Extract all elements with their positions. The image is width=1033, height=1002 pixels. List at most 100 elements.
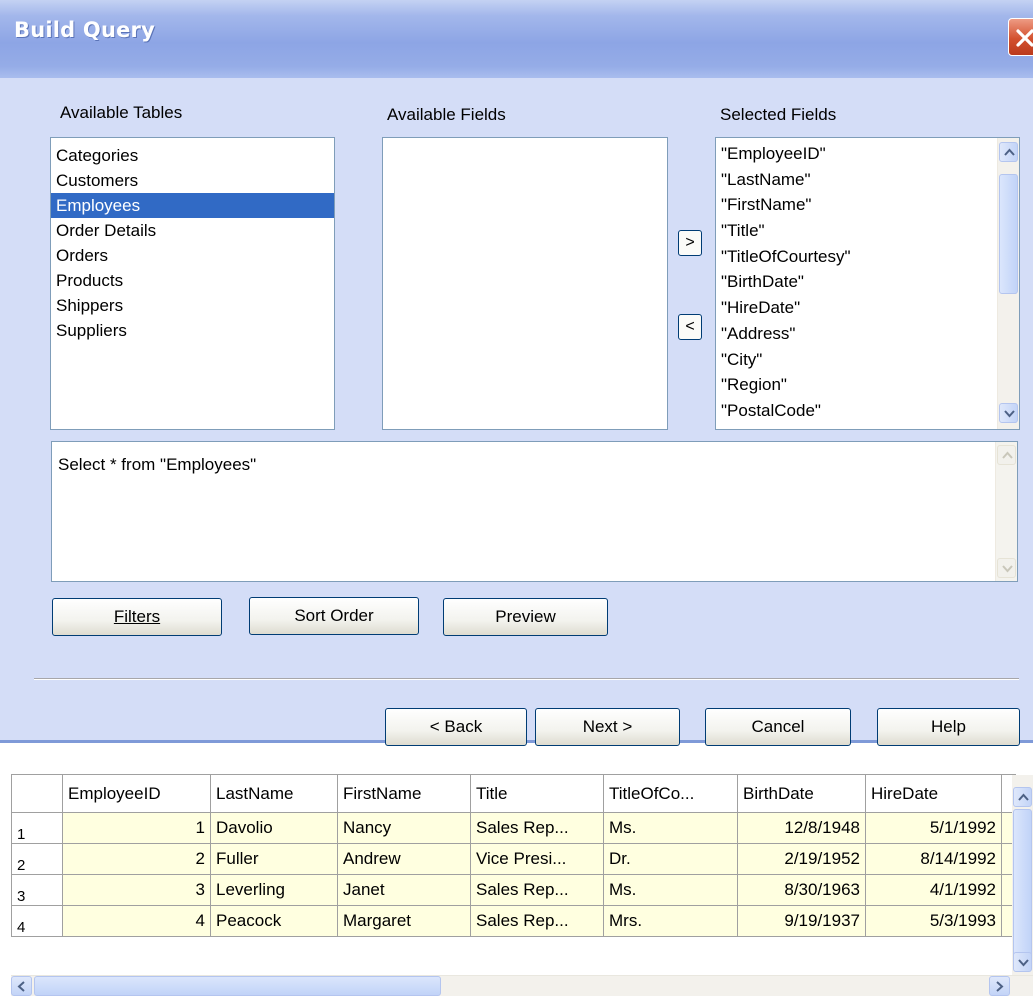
selected-field-item[interactable]: "City": [716, 347, 1019, 373]
horizontal-scroll-thumb[interactable]: [34, 976, 441, 996]
table-list-item[interactable]: Order Details: [51, 218, 334, 243]
row-header[interactable]: 2: [11, 843, 63, 875]
selected-field-item[interactable]: "FirstName": [716, 192, 1019, 218]
column-header[interactable]: LastName: [210, 774, 338, 813]
table-cell[interactable]: 2: [62, 843, 211, 875]
preview-button[interactable]: Preview: [443, 598, 608, 636]
filters-button[interactable]: Filters: [52, 598, 222, 636]
scroll-right-button[interactable]: [989, 976, 1010, 996]
help-button[interactable]: Help: [877, 708, 1020, 746]
table-list-item[interactable]: Employees: [51, 193, 334, 218]
column-header[interactable]: Title: [470, 774, 604, 813]
grid-scroll-up-button[interactable]: [1013, 787, 1032, 807]
table-list-item[interactable]: Customers: [51, 168, 334, 193]
table-list-item[interactable]: Categories: [51, 143, 334, 168]
table-cell[interactable]: Fuller: [210, 843, 338, 875]
selected-field-item[interactable]: "EmployeeID": [716, 141, 1019, 167]
grid-corner-cell[interactable]: [11, 774, 63, 813]
selected-field-item[interactable]: "HireDate": [716, 295, 1019, 321]
table-cell[interactable]: 3: [62, 874, 211, 906]
available-tables-list[interactable]: Categories Customers Employees Order Detail…: [50, 137, 335, 430]
table-cell[interactable]: Peacock: [210, 905, 338, 937]
close-button[interactable]: [1008, 18, 1033, 56]
table-cell[interactable]: 12/8/1948: [737, 812, 866, 844]
column-header[interactable]: HireDate: [865, 774, 1002, 813]
column-header[interactable]: TitleOfCo...: [603, 774, 738, 813]
table-cell[interactable]: Leverling: [210, 874, 338, 906]
next-button[interactable]: Next >: [535, 708, 680, 746]
table-cell[interactable]: Davolio: [210, 812, 338, 844]
scroll-down-button[interactable]: [999, 403, 1018, 423]
selected-field-item[interactable]: "Address": [716, 321, 1019, 347]
selected-field-item[interactable]: "Title": [716, 218, 1019, 244]
title-bar[interactable]: Build Query: [0, 0, 1033, 78]
selected-field-item[interactable]: "TitleOfCourtesy": [716, 244, 1019, 270]
row-header[interactable]: 3: [11, 874, 63, 906]
table-cell[interactable]: 9/19/1937: [737, 905, 866, 937]
table-list-item[interactable]: Products: [51, 268, 334, 293]
add-field-button[interactable]: >: [678, 230, 702, 256]
scroll-thumb[interactable]: [999, 174, 1018, 294]
table-row[interactable]: 4 4 Peacock Margaret Sales Rep... Mrs. 9/19/19…: [11, 905, 1016, 937]
back-label: < Back: [429, 717, 483, 736]
sql-scroll-up-button[interactable]: [997, 445, 1016, 465]
table-list-item[interactable]: Orders: [51, 243, 334, 268]
sql-scroll-down-button[interactable]: [997, 558, 1016, 578]
grid-vertical-scrollbar[interactable]: [1012, 775, 1033, 975]
remove-field-button[interactable]: <: [678, 314, 702, 340]
grid-scroll-down-button[interactable]: [1013, 952, 1032, 972]
table-cell[interactable]: Nancy: [337, 812, 471, 844]
table-cell[interactable]: 5/3/1993: [865, 905, 1002, 937]
table-cell[interactable]: 4/1/1992: [865, 874, 1002, 906]
selected-field-item[interactable]: "LastName": [716, 167, 1019, 193]
chevron-down-icon: [1004, 410, 1015, 418]
table-cell[interactable]: Margaret: [337, 905, 471, 937]
cancel-button[interactable]: Cancel: [705, 708, 851, 746]
table-cell[interactable]: Ms.: [603, 812, 738, 844]
row-header[interactable]: 4: [11, 905, 63, 937]
table-cell[interactable]: Andrew: [337, 843, 471, 875]
table-cell[interactable]: 8/30/1963: [737, 874, 866, 906]
selected-field-item[interactable]: "BirthDate": [716, 269, 1019, 295]
dialog-title: Build Query: [14, 18, 155, 42]
next-label: Next >: [582, 717, 633, 736]
table-cell[interactable]: 4: [62, 905, 211, 937]
table-cell[interactable]: 1: [62, 812, 211, 844]
table-cell[interactable]: 8/14/1992: [865, 843, 1002, 875]
table-list-item[interactable]: Suppliers: [51, 318, 334, 343]
results-grid[interactable]: EmployeeID LastName FirstName Title TitleOfC…: [11, 774, 1033, 1002]
selected-fields-list[interactable]: "EmployeeID" "LastName" "FirstName" "Title"…: [715, 137, 1020, 430]
table-cell[interactable]: Dr.: [603, 843, 738, 875]
scroll-up-button[interactable]: [999, 142, 1018, 162]
column-header[interactable]: EmployeeID: [62, 774, 211, 813]
column-header[interactable]: FirstName: [337, 774, 471, 813]
table-cell[interactable]: Mrs.: [603, 905, 738, 937]
table-row[interactable]: 3 3 Leverling Janet Sales Rep... Ms. 8/30/1963…: [11, 874, 1016, 906]
table-row[interactable]: 1 1 Davolio Nancy Sales Rep... Ms. 12/8/1948 5/…: [11, 812, 1016, 844]
sql-scrollbar[interactable]: [995, 442, 1017, 581]
table-cell[interactable]: Vice Presi...: [470, 843, 604, 875]
back-button[interactable]: < Back: [385, 708, 527, 746]
selected-fields-scrollbar[interactable]: [997, 138, 1019, 429]
selected-field-item[interactable]: "PostalCode": [716, 398, 1019, 424]
table-cell[interactable]: Sales Rep...: [470, 874, 604, 906]
column-header[interactable]: BirthDate: [737, 774, 866, 813]
table-cell[interactable]: Ms.: [603, 874, 738, 906]
available-fields-list[interactable]: [382, 137, 668, 430]
table-list-item[interactable]: Shippers: [51, 293, 334, 318]
table-cell[interactable]: 5/1/1992: [865, 812, 1002, 844]
table-cell[interactable]: 2/19/1952: [737, 843, 866, 875]
table-cell[interactable]: Sales Rep...: [470, 812, 604, 844]
grid-scroll-thumb[interactable]: [1013, 809, 1032, 959]
selected-field-item[interactable]: "Region": [716, 372, 1019, 398]
table-cell[interactable]: Janet: [337, 874, 471, 906]
sort-order-button[interactable]: Sort Order: [249, 597, 419, 635]
grid-horizontal-scrollbar[interactable]: [11, 975, 1033, 996]
scroll-left-button[interactable]: [11, 976, 32, 996]
table-row[interactable]: 2 2 Fuller Andrew Vice Presi... Dr. 2/19/1952 8…: [11, 843, 1016, 875]
row-header[interactable]: 1: [11, 812, 63, 844]
sql-textarea[interactable]: Select * from "Employees": [51, 441, 1018, 582]
chevron-up-icon: [1018, 793, 1029, 801]
table-cell[interactable]: Sales Rep...: [470, 905, 604, 937]
chevron-up-icon: [1002, 451, 1013, 459]
